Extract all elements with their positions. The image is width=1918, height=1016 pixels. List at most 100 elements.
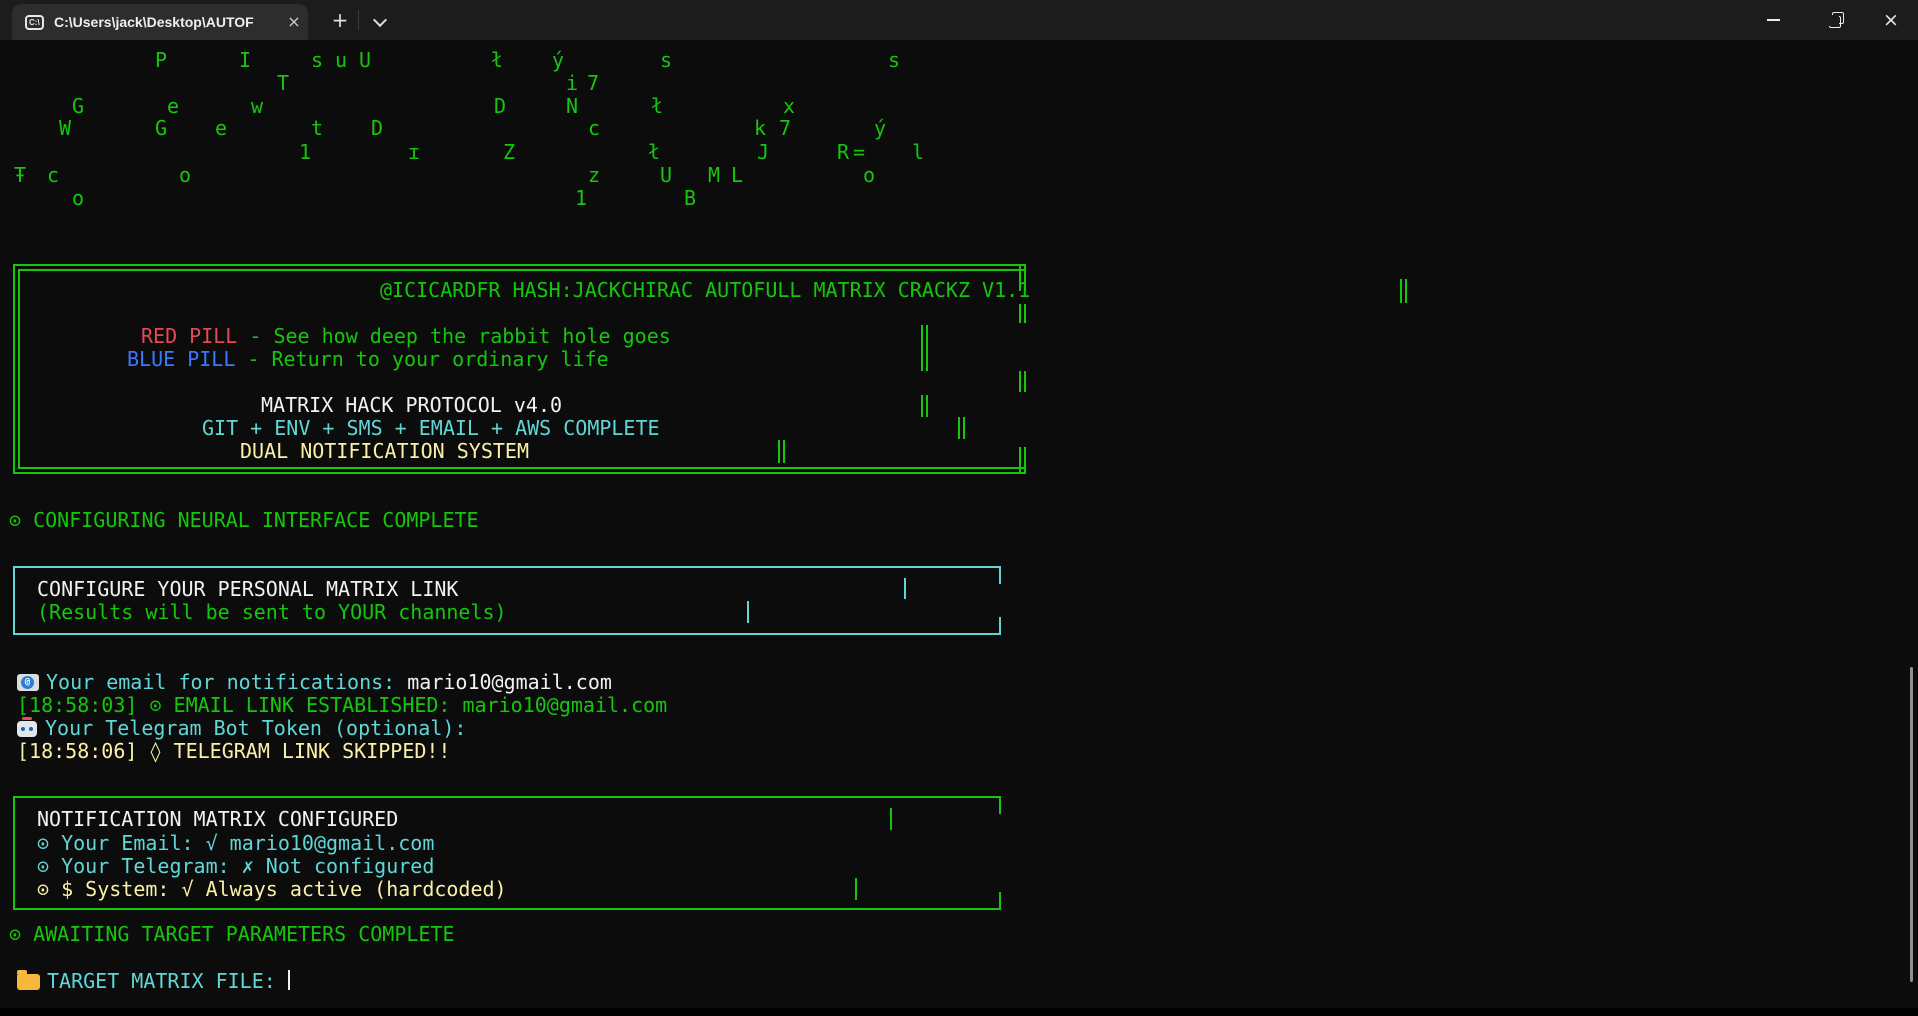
terminal-screen[interactable]: PIsuUłýssTi7GewDNłxWGetDck7ý1ɪZłJR=lŦcoz…	[0, 0, 1918, 1016]
stack-line: GIT + ENV + SMS + EMAIL + AWS COMPLETE	[202, 416, 660, 440]
border-artifact	[1019, 304, 1026, 323]
rain-char: I	[239, 49, 251, 71]
notification-telegram-text: ⊙ Your Telegram: ✗ Not configured	[37, 854, 434, 878]
dual-notification-line: DUAL NOTIFICATION SYSTEM	[240, 439, 529, 463]
email-prompt-text: mario10@gmail.com	[407, 670, 612, 694]
notification-system: ⊙ $ System: √ Always active (hardcoded)	[37, 877, 507, 901]
notification-telegram: ⊙ Your Telegram: ✗ Not configured	[37, 854, 434, 878]
rain-char: t	[311, 117, 323, 139]
blue-pill-line-text: - Return to your ordinary life	[235, 347, 608, 371]
border-artifact	[890, 808, 892, 830]
border-artifact	[778, 440, 785, 463]
awaiting-status-text: ⊙ AWAITING TARGET PARAMETERS COMPLETE	[9, 922, 455, 946]
rain-char: c	[47, 164, 59, 186]
rain-char: T	[277, 72, 289, 94]
rain-char: ł	[651, 95, 663, 117]
rain-char: o	[179, 164, 191, 186]
titlebar: C:\ C:\Users\jack\Desktop\AUTOF × + ×	[0, 0, 1918, 40]
rain-char: W	[59, 117, 71, 139]
scrollbar-thumb[interactable]	[1910, 667, 1913, 982]
notification-title: NOTIFICATION MATRIX CONFIGURED	[37, 807, 398, 831]
configure-box-right-top-stub	[999, 566, 1001, 584]
neural-interface-status-text: ⊙ CONFIGURING NEURAL INTERFACE COMPLETE	[9, 508, 479, 532]
telegram-prompt-text: Your Telegram Bot Token (optional):	[45, 716, 466, 740]
rain-char: 1	[299, 141, 311, 163]
rain-char: 7	[779, 117, 791, 139]
rain-char: L	[731, 164, 743, 186]
minimize-button[interactable]	[1744, 0, 1802, 40]
email-icon	[17, 674, 39, 691]
chevron-down-icon	[373, 13, 387, 27]
notification-title-text: NOTIFICATION MATRIX CONFIGURED	[37, 807, 398, 831]
minimize-icon	[1767, 19, 1780, 21]
email-prompt: Your email for notifications: mario10@gm…	[17, 670, 612, 694]
configure-box-right-bottom-stub	[999, 617, 1001, 635]
rain-char: ł	[491, 49, 503, 71]
rain-char: o	[863, 164, 875, 186]
configure-title-text: CONFIGURE YOUR PERSONAL MATRIX LINK	[37, 577, 458, 601]
rain-char: l	[912, 141, 924, 163]
telegram-skipped-text: [18:58:06] ◊ TELEGRAM LINK SKIPPED!!	[17, 739, 450, 763]
stack-line-text: GIT + ENV + SMS + EMAIL + AWS COMPLETE	[202, 416, 660, 440]
rain-char: U	[660, 164, 672, 186]
rain-char: J	[757, 141, 769, 163]
rain-char: B	[684, 187, 696, 209]
dual-notification-line-text: DUAL NOTIFICATION SYSTEM	[240, 439, 529, 463]
terminal-window: C:\ C:\Users\jack\Desktop\AUTOF × + × P I…	[0, 0, 1918, 1016]
telegram-prompt: Your Telegram Bot Token (optional):	[17, 716, 466, 740]
email-established-text: [18:58:03] ⊙ EMAIL LINK ESTABLISHED: mar…	[17, 693, 667, 717]
border-artifact	[904, 578, 906, 599]
rain-char: w	[251, 95, 263, 117]
rain-char: z	[588, 164, 600, 186]
rain-char: e	[215, 117, 227, 139]
rain-char: s	[311, 49, 323, 71]
new-tab-button[interactable]: +	[326, 6, 354, 34]
rain-char: 7	[587, 72, 599, 94]
border-artifact	[921, 325, 928, 371]
rain-char: 1	[575, 187, 587, 209]
red-pill-line-text: - See how deep the rabbit hole goes	[237, 324, 670, 348]
tab-dropdown-button[interactable]	[366, 6, 394, 34]
terminal-tab[interactable]: C:\ C:\Users\jack\Desktop\AUTOF ×	[12, 4, 308, 40]
rain-char: =	[853, 141, 865, 163]
rain-char: Z	[503, 141, 515, 163]
close-icon: ×	[1883, 11, 1899, 30]
folder-icon	[17, 974, 40, 990]
border-artifact	[921, 395, 928, 417]
rain-char: D	[371, 117, 383, 139]
border-artifact	[1400, 279, 1407, 303]
blue-pill-line: BLUE PILL - Return to your ordinary life	[127, 347, 609, 371]
neural-interface-status: ⊙ CONFIGURING NEURAL INTERFACE COMPLETE	[9, 508, 479, 532]
rain-char: s	[660, 49, 672, 71]
border-artifact	[855, 878, 857, 900]
email-prompt-text: Your email for notifications:	[46, 670, 407, 694]
rain-char: ł	[648, 141, 660, 163]
target-file-prompt: TARGET MATRIX FILE:	[17, 969, 288, 993]
rain-char: P	[155, 49, 167, 71]
notification-box-right-bottom-stub	[999, 892, 1001, 910]
close-button[interactable]: ×	[1862, 0, 1918, 40]
restore-icon	[1829, 16, 1841, 28]
awaiting-status: ⊙ AWAITING TARGET PARAMETERS COMPLETE	[9, 922, 455, 946]
rain-char: k	[754, 117, 766, 139]
rain-char: Ŧ	[14, 164, 26, 186]
window-bottom-edge	[0, 1008, 1918, 1016]
target-file-prompt-text: TARGET MATRIX FILE:	[47, 969, 288, 993]
rain-char: G	[155, 117, 167, 139]
notification-system-text: ⊙ $ System: √ Always active (hardcoded)	[37, 877, 507, 901]
protocol-line: MATRIX HACK PROTOCOL v4.0	[261, 393, 562, 417]
rain-char: R	[837, 141, 849, 163]
rain-char: U	[359, 49, 371, 71]
tab-close-icon[interactable]: ×	[284, 12, 304, 32]
rain-char: i	[566, 72, 578, 94]
email-established: [18:58:03] ⊙ EMAIL LINK ESTABLISHED: mar…	[17, 693, 667, 717]
rain-char: ý	[552, 49, 564, 71]
banner-box-right-bottom-stub	[1019, 447, 1026, 474]
red-pill-line: RED PILL - See how deep the rabbit hole …	[141, 324, 671, 348]
rain-char: o	[72, 187, 84, 209]
border-artifact	[747, 601, 749, 623]
rain-char: ɪ	[408, 141, 420, 163]
red-pill-line-text: RED PILL	[141, 324, 237, 348]
text-cursor	[288, 970, 290, 990]
maximize-button[interactable]	[1804, 0, 1862, 40]
